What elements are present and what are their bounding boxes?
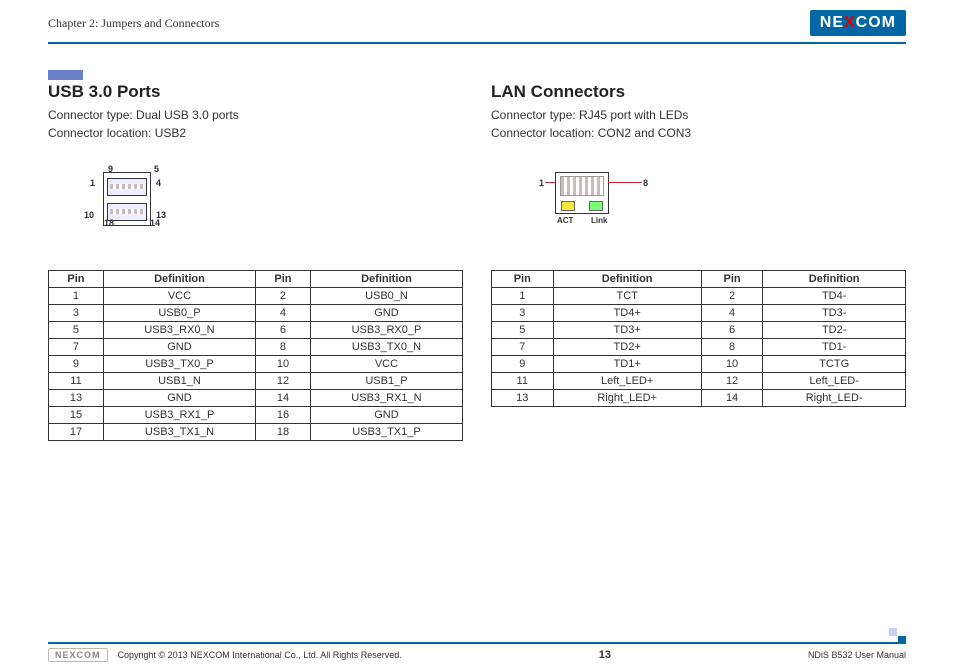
table-row: 13GND14USB3_RX1_N bbox=[49, 390, 463, 407]
tab-mark bbox=[48, 70, 83, 80]
lan-pin-1: 1 bbox=[539, 178, 544, 188]
usb-type: Connector type: Dual USB 3.0 ports bbox=[48, 106, 463, 124]
usb-loc: Connector location: USB2 bbox=[48, 124, 463, 142]
table-row: 9TD1+10TCTG bbox=[492, 356, 906, 373]
table-row: 1VCC2USB0_N bbox=[49, 288, 463, 305]
table-row: 17USB3_TX1_N18USB3_TX1_P bbox=[49, 424, 463, 441]
lan-loc: Connector location: CON2 and CON3 bbox=[491, 124, 906, 142]
usb-diagram: 1 9 5 4 10 18 14 13 bbox=[48, 170, 463, 240]
table-row: 11Left_LED+12Left_LED- bbox=[492, 373, 906, 390]
pin-4: 4 bbox=[156, 178, 161, 188]
lan-type: Connector type: RJ45 port with LEDs bbox=[491, 106, 906, 124]
table-row: 7GND8USB3_TX0_N bbox=[49, 339, 463, 356]
table-row: 1TCT2TD4- bbox=[492, 288, 906, 305]
col-header: Definition bbox=[763, 271, 906, 288]
lan-table: PinDefinitionPinDefinition 1TCT2TD4-3TD4… bbox=[491, 270, 906, 407]
usb-title: USB 3.0 Ports bbox=[48, 82, 463, 102]
copyright: Copyright © 2013 NEXCOM International Co… bbox=[118, 650, 402, 660]
lan-pin-8: 8 bbox=[643, 178, 648, 188]
lan-title: LAN Connectors bbox=[491, 82, 906, 102]
lan-diagram: 1 8 ACT Link bbox=[491, 170, 906, 240]
pin-5: 5 bbox=[154, 164, 159, 174]
page-number: 13 bbox=[599, 649, 611, 661]
table-row: 3TD4+4TD3- bbox=[492, 305, 906, 322]
table-row: 15USB3_RX1_P16GND bbox=[49, 407, 463, 424]
led-link: Link bbox=[591, 216, 607, 225]
pin-1: 1 bbox=[90, 178, 95, 188]
brand-logo: NEXCOM bbox=[810, 10, 906, 36]
usb-table: PinDefinitionPinDefinition 1VCC2USB0_N3U… bbox=[48, 270, 463, 441]
col-header: Pin bbox=[49, 271, 104, 288]
col-header: Pin bbox=[701, 271, 763, 288]
table-row: 9USB3_TX0_P10VCC bbox=[49, 356, 463, 373]
table-row: 5TD3+6TD2- bbox=[492, 322, 906, 339]
table-row: 7TD2+8TD1- bbox=[492, 339, 906, 356]
pin-18: 18 bbox=[104, 218, 114, 228]
table-row: 3USB0_P4GND bbox=[49, 305, 463, 322]
table-row: 5USB3_RX0_N6USB3_RX0_P bbox=[49, 322, 463, 339]
pin-13: 13 bbox=[156, 210, 166, 220]
manual-name: NDiS B532 User Manual bbox=[808, 650, 906, 660]
col-header: Definition bbox=[103, 271, 255, 288]
pin-10: 10 bbox=[84, 210, 94, 220]
col-header: Definition bbox=[310, 271, 462, 288]
chapter-label: Chapter 2: Jumpers and Connectors bbox=[48, 16, 219, 31]
footer-logo: NEXCOM bbox=[48, 648, 108, 662]
col-header: Pin bbox=[255, 271, 310, 288]
col-header: Definition bbox=[553, 271, 701, 288]
led-act: ACT bbox=[557, 216, 573, 225]
col-header: Pin bbox=[492, 271, 554, 288]
table-row: 13Right_LED+14Right_LED- bbox=[492, 390, 906, 407]
pin-9: 9 bbox=[108, 164, 113, 174]
table-row: 11USB1_N12USB1_P bbox=[49, 373, 463, 390]
